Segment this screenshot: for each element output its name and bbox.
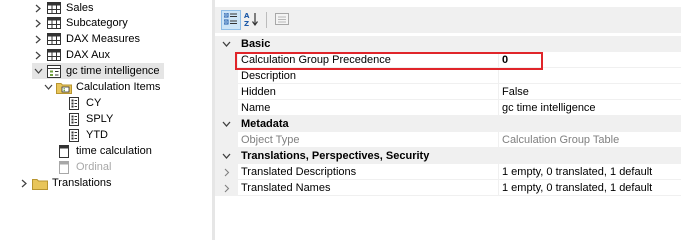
svg-text:A: A xyxy=(244,12,250,20)
property-value[interactable]: False xyxy=(502,85,529,99)
chevron-down-icon[interactable] xyxy=(42,79,54,95)
property-row-description[interactable]: Description xyxy=(215,68,681,84)
sort-az-icon: AZ xyxy=(244,11,260,30)
property-value[interactable]: 1 empty, 0 translated, 1 default xyxy=(502,165,652,179)
alphabetical-button[interactable]: AZ xyxy=(242,10,262,30)
model-tree: Sales Subcategory DAX Measures DAX Aux g… xyxy=(0,0,212,240)
tree-item-label: SPLY xyxy=(86,113,114,125)
category-label: Translations, Perspectives, Security xyxy=(241,150,430,162)
chevron-down-icon[interactable] xyxy=(215,36,238,52)
tree-item-ytd[interactable]: YTD xyxy=(66,127,108,143)
tree-item-dax-measures[interactable]: DAX Measures xyxy=(32,31,140,47)
property-pages-icon xyxy=(275,12,289,28)
table-icon xyxy=(46,47,62,63)
svg-text:Z: Z xyxy=(244,20,249,27)
tree-item-label: Ordinal xyxy=(76,161,112,173)
chevron-down-icon[interactable] xyxy=(215,116,238,132)
chevron-right-icon[interactable] xyxy=(32,47,44,63)
tree-item-label: gc time intelligence xyxy=(66,65,160,77)
category-label: Metadata xyxy=(241,118,289,130)
tree-item-label: DAX Aux xyxy=(66,49,111,61)
properties-pane: AZ Basic Calculation Group Precedence 0 … xyxy=(215,0,681,240)
property-value[interactable]: 1 empty, 0 translated, 1 default xyxy=(502,181,652,195)
tree-item-gc-time-intelligence[interactable]: gc time intelligence xyxy=(32,63,164,79)
tree-item-label: Calculation Items xyxy=(76,81,161,93)
table-icon xyxy=(46,15,62,31)
chevron-right-icon[interactable] xyxy=(32,15,44,31)
property-name: Hidden xyxy=(241,86,276,98)
chevron-down-icon[interactable] xyxy=(215,148,238,164)
calculation-item-icon xyxy=(66,95,82,111)
chevron-down-icon[interactable] xyxy=(32,63,44,79)
table-icon xyxy=(46,0,62,16)
property-name: Object Type xyxy=(241,134,300,146)
tree-item-subcategory[interactable]: Subcategory xyxy=(32,15,128,31)
chevron-right-icon[interactable] xyxy=(215,180,238,196)
category-translations-perspectives-security[interactable]: Translations, Perspectives, Security xyxy=(215,148,681,164)
folder-icon xyxy=(32,175,48,191)
chevron-right-icon[interactable] xyxy=(32,0,44,16)
column-icon xyxy=(56,143,72,159)
tree-item-calculation-items[interactable]: Calculation Items xyxy=(42,79,160,95)
tree-item-label: time calculation xyxy=(76,145,152,157)
tree-item-label: CY xyxy=(86,97,102,109)
tree-item-time-calculation[interactable]: time calculation xyxy=(56,143,152,159)
tree-item-label: Subcategory xyxy=(66,17,128,29)
tree-item-sply[interactable]: SPLY xyxy=(66,111,113,127)
property-name: Description xyxy=(241,70,297,82)
property-row-calc-group-precedence[interactable]: Calculation Group Precedence 0 xyxy=(215,52,681,68)
tree-item-label: Translations xyxy=(52,177,112,189)
property-row-name[interactable]: Name gc time intelligence xyxy=(215,100,681,116)
property-row-object-type[interactable]: Object Type Calculation Group Table xyxy=(215,132,681,148)
categorized-icon xyxy=(223,12,238,28)
tree-item-translations[interactable]: Translations xyxy=(18,175,112,191)
chevron-right-icon[interactable] xyxy=(18,175,30,191)
chevron-right-icon[interactable] xyxy=(215,164,238,180)
property-row-translated-descriptions[interactable]: Translated Descriptions 1 empty, 0 trans… xyxy=(215,164,681,180)
property-value[interactable]: 0 xyxy=(502,53,508,67)
tree-item-ordinal[interactable]: Ordinal xyxy=(56,159,111,175)
tree-item-cy[interactable]: CY xyxy=(66,95,101,111)
calculation-group-icon xyxy=(46,63,62,79)
column-icon xyxy=(56,159,72,175)
property-pages-button[interactable] xyxy=(272,10,292,30)
property-value: Calculation Group Table xyxy=(502,134,620,146)
categorized-button[interactable] xyxy=(221,10,241,30)
calculation-item-icon xyxy=(66,127,82,143)
property-row-translated-names[interactable]: Translated Names 1 empty, 0 translated, … xyxy=(215,180,681,196)
table-icon xyxy=(46,31,62,47)
property-grid: Basic Calculation Group Precedence 0 Des… xyxy=(215,36,681,196)
property-row-hidden[interactable]: Hidden False xyxy=(215,84,681,100)
tree-item-label: YTD xyxy=(86,129,108,141)
chevron-right-icon[interactable] xyxy=(32,31,44,47)
category-label: Basic xyxy=(241,38,271,50)
property-name: Name xyxy=(241,102,271,114)
tree-item-label: DAX Measures xyxy=(66,33,140,45)
property-value[interactable]: gc time intelligence xyxy=(502,101,596,115)
property-name: Translated Descriptions xyxy=(241,166,357,178)
property-name: Translated Names xyxy=(241,182,331,194)
properties-toolbar: AZ xyxy=(215,7,681,33)
tree-item-dax-aux[interactable]: DAX Aux xyxy=(32,47,110,63)
calculation-item-icon xyxy=(66,111,82,127)
folder-calc-icon xyxy=(56,79,72,95)
toolbar-separator xyxy=(266,12,267,28)
category-metadata[interactable]: Metadata xyxy=(215,116,681,132)
tree-item-label: Sales xyxy=(66,2,94,14)
property-name: Calculation Group Precedence xyxy=(241,54,391,66)
category-basic[interactable]: Basic xyxy=(215,36,681,52)
tree-item-sales[interactable]: Sales xyxy=(32,0,94,16)
